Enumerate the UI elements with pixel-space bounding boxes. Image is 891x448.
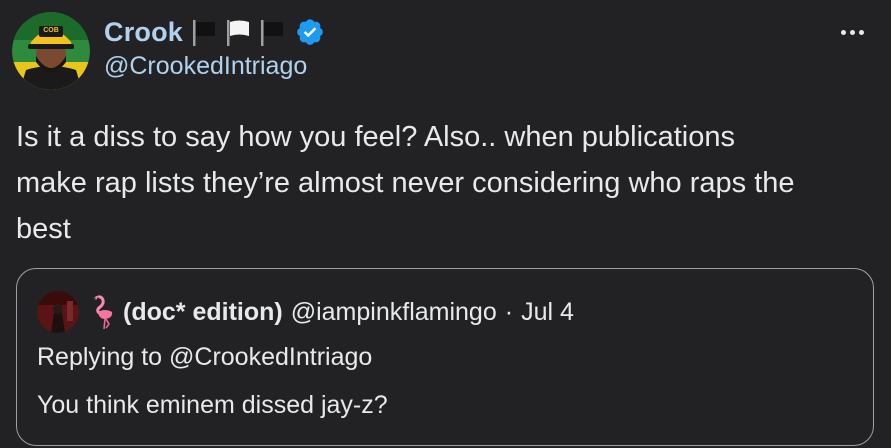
tweet-text-line: Is it a diss to say how you feel? Also..…	[16, 121, 735, 153]
quoted-tweet[interactable]: (doc* edition) @iampinkflamingo · Jul 4 …	[16, 268, 874, 446]
tweet-text: Is it a diss to say how you feel? Also..…	[16, 114, 876, 252]
verified-badge-icon[interactable]	[295, 17, 325, 47]
author-display-name[interactable]: Crook	[104, 17, 183, 48]
tweet-text-line: best	[16, 213, 71, 245]
black-flag-icon	[259, 17, 285, 47]
more-dot	[849, 29, 855, 35]
quoted-separator: ·	[504, 297, 514, 326]
author-handle[interactable]: @CrookedIntriago	[104, 52, 307, 81]
white-flag-icon	[225, 17, 251, 47]
quoted-tweet-text: You think eminem dissed jay-z?	[37, 391, 388, 419]
quoted-display-name[interactable]: (doc* edition)	[123, 298, 283, 327]
profile-avatar[interactable]: COB	[12, 12, 90, 90]
quoted-handle[interactable]: @iampinkflamingo	[291, 298, 497, 327]
flamingo-icon	[87, 294, 115, 330]
quoted-avatar[interactable]	[37, 291, 79, 333]
quoted-tweet-header: (doc* edition) @iampinkflamingo · Jul 4	[37, 291, 574, 333]
more-options-icon[interactable]	[835, 20, 869, 44]
quoted-date[interactable]: Jul 4	[521, 298, 574, 327]
replying-to: Replying to @CrookedIntriago	[37, 343, 373, 371]
tweet-text-line: make rap lists they’re almost never cons…	[16, 167, 795, 199]
more-dot	[840, 29, 846, 35]
author-name-row: Crook	[104, 14, 325, 50]
avatar-cap-text: COB	[43, 27, 59, 34]
more-dot	[858, 29, 864, 35]
tweet-card: COB Crook @CrookedIntriago Is it a diss …	[0, 0, 891, 448]
black-flag-icon	[191, 17, 217, 47]
avatar-image	[12, 12, 90, 90]
